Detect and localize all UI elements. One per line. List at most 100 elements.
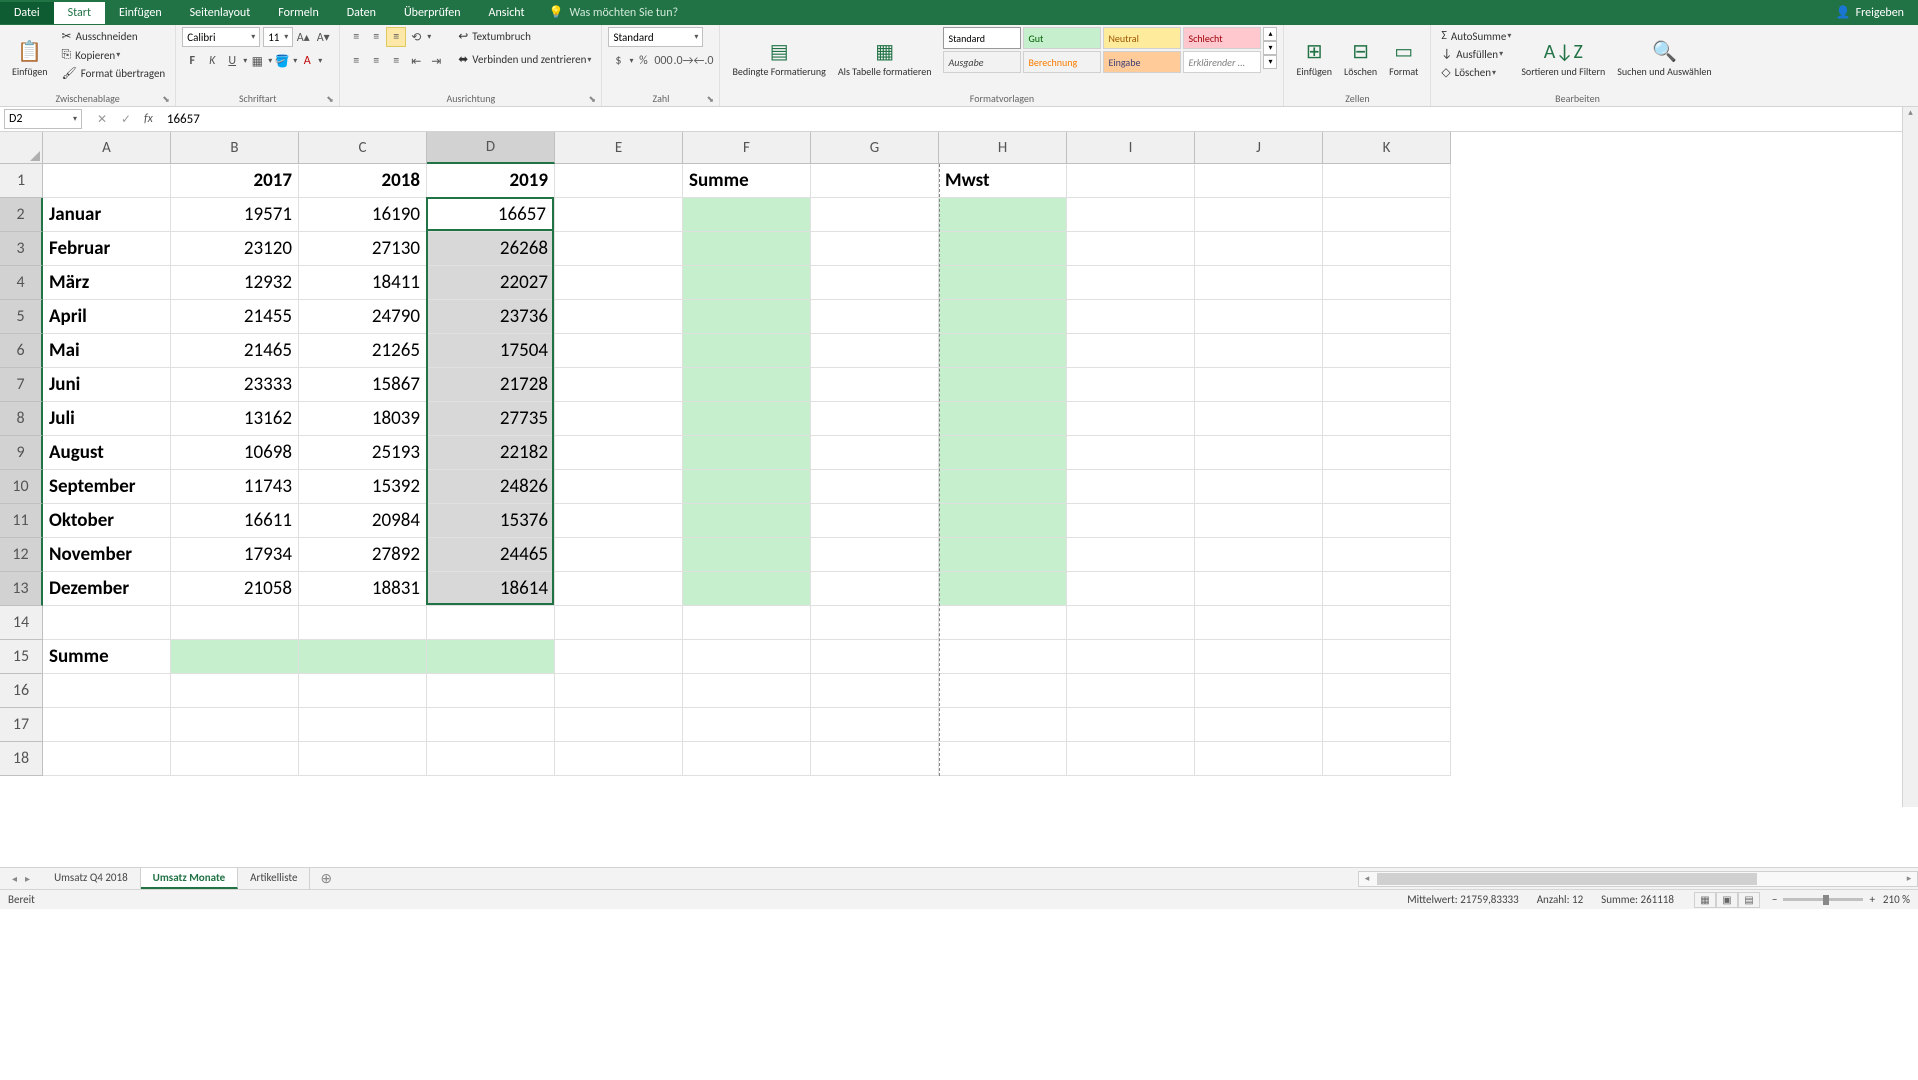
cell[interactable] [939, 368, 1067, 402]
cell[interactable] [427, 708, 555, 742]
row-header[interactable]: 2 [0, 198, 43, 232]
cell[interactable]: 24826 [427, 470, 555, 504]
zoom-thumb[interactable] [1823, 895, 1829, 905]
column-header[interactable]: K [1323, 132, 1451, 164]
tab-start[interactable]: Start [54, 2, 105, 24]
cell[interactable] [1195, 334, 1323, 368]
dialog-launcher[interactable]: ⬊ [588, 94, 598, 104]
cell[interactable] [683, 742, 811, 776]
cell[interactable]: August [43, 436, 171, 470]
cell[interactable] [43, 742, 171, 776]
cell[interactable] [811, 742, 939, 776]
spreadsheet-grid[interactable]: ABCDEFGHIJK 123456789101112131415161718 … [0, 132, 1918, 867]
cell[interactable] [43, 708, 171, 742]
cell[interactable]: 16611 [171, 504, 299, 538]
row-header[interactable]: 13 [0, 572, 43, 606]
tab-view[interactable]: Ansicht [475, 2, 539, 24]
cell[interactable] [683, 198, 811, 232]
nav-prev-icon[interactable]: ◂ [8, 872, 21, 885]
cell[interactable] [555, 232, 683, 266]
cell[interactable]: 20984 [299, 504, 427, 538]
cell[interactable] [427, 198, 555, 232]
cell[interactable] [811, 504, 939, 538]
cell[interactable]: 19571 [171, 198, 299, 232]
cell[interactable]: 15392 [299, 470, 427, 504]
zoom-control[interactable]: − + 210 % [1772, 893, 1910, 906]
sort-filter-button[interactable]: A↓ZSortieren und Filtern [1515, 27, 1611, 89]
cell[interactable]: Januar [43, 198, 171, 232]
cell[interactable]: 23736 [427, 300, 555, 334]
column-header[interactable]: D [427, 132, 555, 164]
row-header[interactable]: 11 [0, 504, 43, 538]
cell[interactable] [1067, 504, 1195, 538]
cell[interactable]: 21728 [427, 368, 555, 402]
delete-cells-button[interactable]: ⊟Löschen [1338, 27, 1383, 89]
dialog-launcher[interactable]: ⬊ [162, 94, 172, 104]
cell[interactable] [811, 266, 939, 300]
cell[interactable]: 24465 [427, 538, 555, 572]
nav-next-icon[interactable]: ▸ [21, 872, 34, 885]
cell[interactable]: 22027 [427, 266, 555, 300]
cell[interactable] [811, 436, 939, 470]
cell[interactable] [299, 674, 427, 708]
autosum-button[interactable]: ΣAutoSumme▾ [1437, 27, 1515, 45]
cell[interactable]: Mwst [939, 164, 1067, 198]
fill-button[interactable]: ↓Ausfüllen▾ [1437, 45, 1515, 63]
cell[interactable] [1323, 334, 1451, 368]
cell[interactable] [1195, 504, 1323, 538]
orientation-button[interactable]: ⟲ [406, 27, 426, 47]
cell[interactable]: 21465 [171, 334, 299, 368]
cell[interactable] [1195, 640, 1323, 674]
cell[interactable] [1067, 334, 1195, 368]
cell[interactable] [1067, 742, 1195, 776]
gallery-expand-icon[interactable]: ▾ [1263, 55, 1277, 69]
fill-color-button[interactable]: 🪣 [272, 51, 292, 71]
cell[interactable] [1323, 436, 1451, 470]
cell[interactable] [43, 674, 171, 708]
cell[interactable]: 23333 [171, 368, 299, 402]
cell[interactable] [427, 640, 555, 674]
dialog-launcher[interactable]: ⬊ [326, 94, 336, 104]
font-size-select[interactable]: 11▾ [263, 27, 293, 47]
cell[interactable] [299, 640, 427, 674]
cell[interactable] [1323, 538, 1451, 572]
row-header[interactable]: 4 [0, 266, 43, 300]
cell[interactable] [939, 334, 1067, 368]
cell[interactable] [1323, 674, 1451, 708]
style-cell[interactable]: Standard [943, 27, 1021, 49]
sheet-tab[interactable]: Artikelliste [238, 868, 310, 889]
cell[interactable]: 15376 [427, 504, 555, 538]
cell[interactable]: 17934 [171, 538, 299, 572]
cell[interactable] [1195, 742, 1323, 776]
cell[interactable] [1323, 198, 1451, 232]
cell[interactable] [811, 368, 939, 402]
cell[interactable] [1067, 572, 1195, 606]
cell[interactable] [1067, 164, 1195, 198]
cell[interactable] [555, 198, 683, 232]
cell[interactable] [1195, 436, 1323, 470]
cell[interactable] [683, 640, 811, 674]
column-header[interactable]: B [171, 132, 299, 164]
cell[interactable] [555, 742, 683, 776]
clear-button[interactable]: ◇Löschen▾ [1437, 63, 1515, 82]
increase-font-button[interactable]: A▴ [293, 27, 313, 47]
style-cell[interactable]: Neutral [1103, 27, 1181, 49]
font-name-select[interactable]: Calibri▾ [182, 27, 260, 47]
tab-review[interactable]: Überprüfen [390, 2, 475, 24]
cell[interactable] [811, 538, 939, 572]
cell[interactable]: 18831 [299, 572, 427, 606]
cell[interactable]: 23120 [171, 232, 299, 266]
cell[interactable]: 17504 [427, 334, 555, 368]
style-cell[interactable]: Ausgabe [943, 51, 1021, 73]
style-cell[interactable]: Berechnung [1023, 51, 1101, 73]
cell[interactable] [1323, 572, 1451, 606]
row-header[interactable]: 14 [0, 606, 43, 640]
cell[interactable] [427, 742, 555, 776]
cell[interactable] [1195, 674, 1323, 708]
percent-button[interactable]: % [633, 51, 653, 71]
cell[interactable]: 12932 [171, 266, 299, 300]
vertical-scrollbar[interactable]: ▴ [1902, 107, 1918, 807]
cell[interactable] [1067, 538, 1195, 572]
align-left-button[interactable]: ≡ [346, 51, 366, 71]
cell[interactable] [939, 232, 1067, 266]
